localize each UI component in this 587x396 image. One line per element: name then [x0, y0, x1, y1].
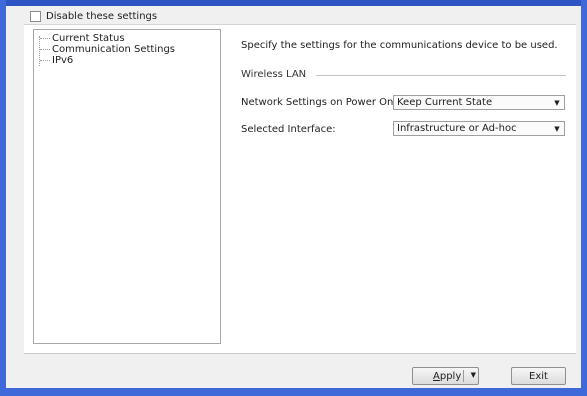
window-frame-right: [581, 0, 587, 396]
chevron-down-icon: ▼: [554, 124, 560, 133]
window-frame-top: [0, 0, 587, 6]
selected-interface-select[interactable]: Infrastructure or Ad-hoc ▼: [393, 121, 565, 136]
tree-item-communication-settings[interactable]: Communication Settings: [40, 44, 175, 55]
tree-item-current-status[interactable]: Current Status: [40, 33, 125, 44]
settings-tree: Current Status Communication Settings IP…: [33, 29, 221, 344]
tree-item-label: IPv6: [52, 55, 74, 66]
exit-button-label: Exit: [529, 370, 548, 382]
wireless-lan-group-label: Wireless LAN: [241, 69, 307, 80]
disable-settings-checkbox[interactable]: [30, 11, 41, 22]
chevron-down-icon[interactable]: ▼: [471, 371, 476, 379]
tree-item-label: Current Status: [52, 33, 125, 44]
apply-button-label: Apply: [433, 370, 462, 382]
selected-interface-value: Infrastructure or Ad-hoc: [397, 123, 517, 134]
disable-settings-row[interactable]: Disable these settings: [30, 10, 157, 23]
split-divider: [463, 370, 464, 382]
window-frame-bottom: [0, 388, 587, 396]
settings-description: Specify the settings for the communicati…: [241, 40, 558, 51]
network-settings-value: Keep Current State: [397, 97, 493, 108]
window-frame-left: [0, 0, 6, 396]
exit-button[interactable]: Exit: [511, 367, 566, 385]
apply-button[interactable]: Apply ▼: [412, 367, 479, 385]
tree-item-label: Communication Settings: [52, 44, 176, 55]
group-divider: [316, 75, 566, 76]
chevron-down-icon: ▼: [554, 98, 560, 107]
network-settings-label: Network Settings on Power On:: [241, 97, 397, 108]
network-settings-select[interactable]: Keep Current State ▼: [393, 95, 565, 110]
disable-settings-label: Disable these settings: [46, 11, 158, 22]
tree-item-ipv6[interactable]: IPv6: [40, 55, 73, 66]
selected-interface-label: Selected Interface:: [241, 124, 336, 135]
